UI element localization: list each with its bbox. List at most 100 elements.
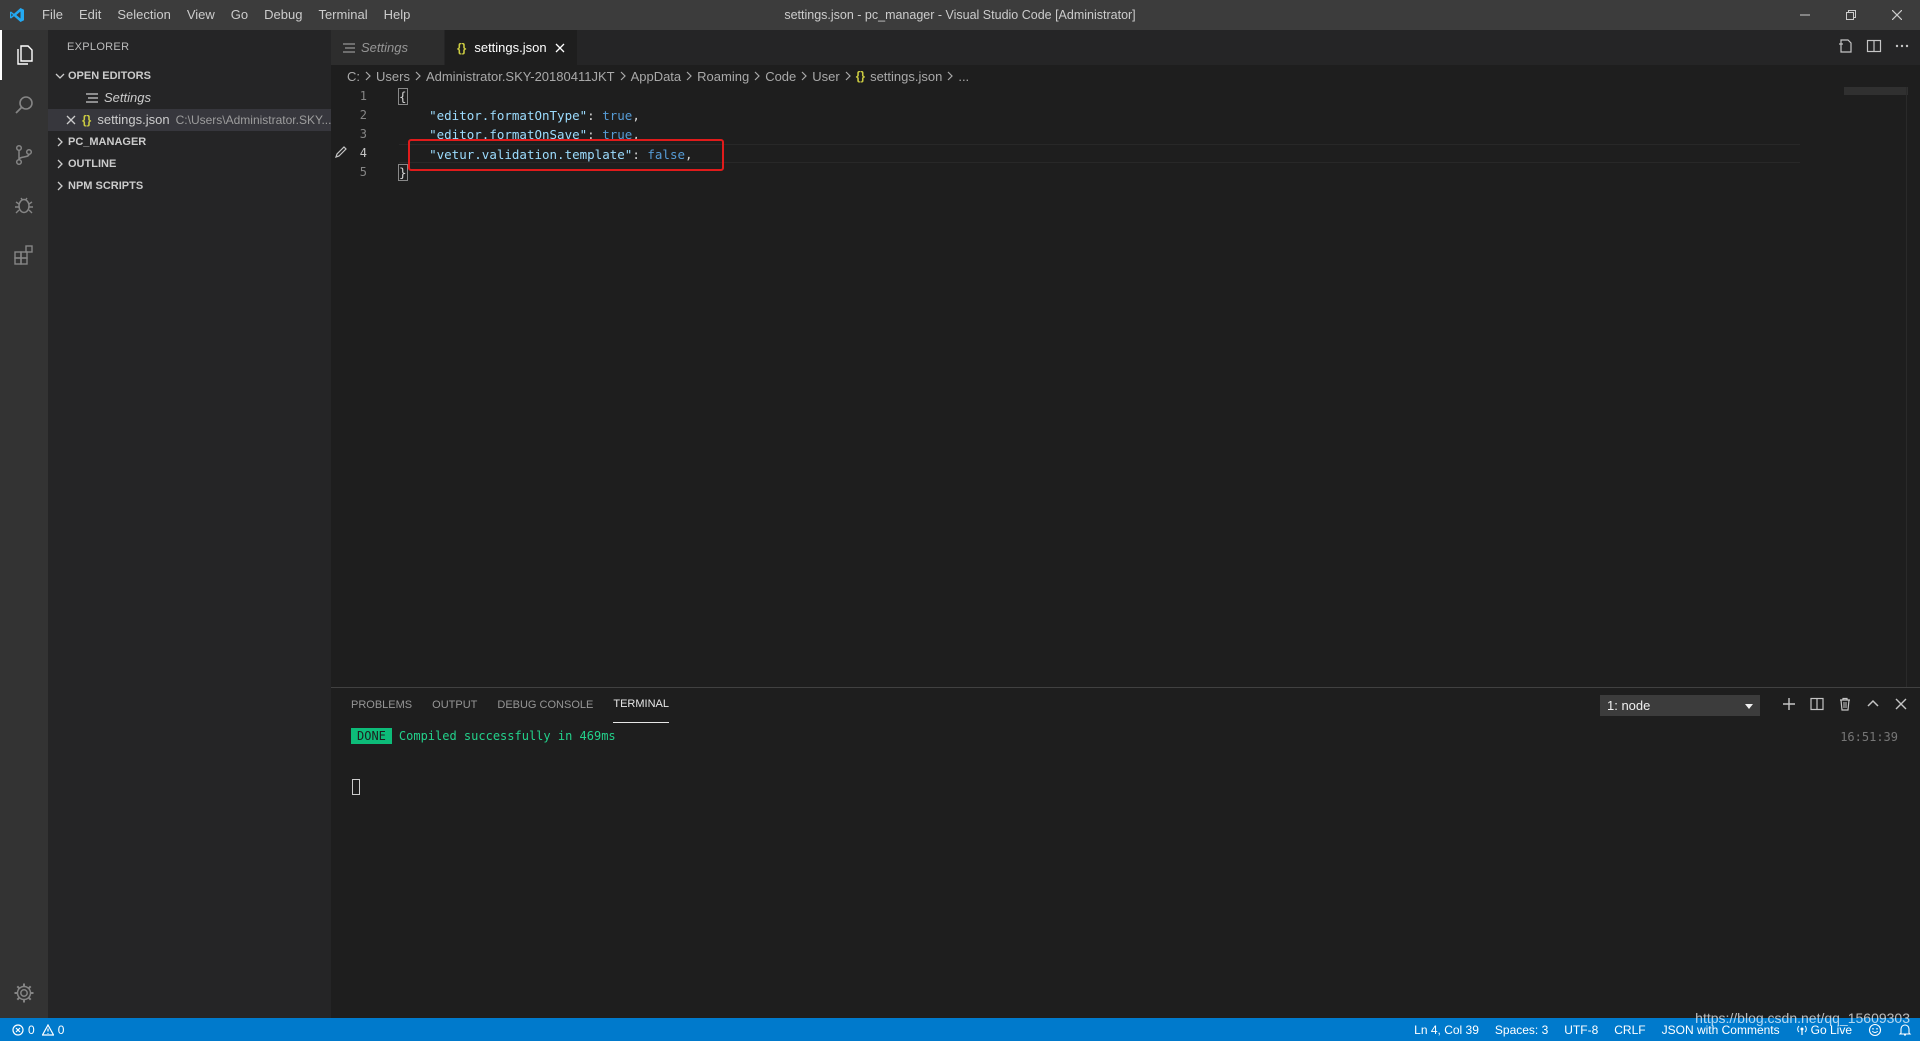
editor-scrollbar[interactable] [1906,87,1920,687]
terminal-output-line: DONE Compiled successfully in 469ms [351,728,616,744]
menu-help[interactable]: Help [376,0,419,30]
status-problems[interactable]: 0 0 [0,1023,64,1037]
breadcrumb-item[interactable]: Users [376,69,410,84]
tab-debug-console[interactable]: DEBUG CONSOLE [497,688,593,723]
close-tab-icon[interactable] [555,43,565,53]
breadcrumb: C: Users Administrator.SKY-20180411JKT A… [331,65,1920,87]
explorer-activity-button[interactable] [0,30,48,80]
terminal-select[interactable]: 1: node [1600,695,1760,716]
line-ending[interactable]: CRLF [1614,1023,1645,1037]
section-label: PC_MANAGER [68,136,147,148]
done-badge: DONE [351,728,392,744]
settings-lines-icon [86,93,98,103]
kill-terminal-button[interactable] [1838,697,1852,714]
code-line-current: "vetur.validation.template": false, [399,144,1800,163]
indentation[interactable]: Spaces: 3 [1495,1023,1548,1037]
chevron-up-icon [1867,699,1879,707]
breadcrumb-item[interactable]: User [812,69,839,84]
pencil-icon [334,145,348,162]
json-key: "editor.formatOnType" [429,108,588,123]
terminal-cursor[interactable] [352,779,360,795]
section-pc-manager[interactable]: PC_MANAGER [48,131,331,153]
breadcrumb-item[interactable]: Code [765,69,796,84]
warning-icon [41,1023,54,1036]
restore-button[interactable] [1828,0,1874,30]
tab-output[interactable]: OUTPUT [432,688,477,723]
section-outline[interactable]: OUTLINE [48,153,331,175]
new-terminal-button[interactable] [1782,697,1796,714]
manage-activity-button[interactable] [0,968,48,1018]
menu-terminal[interactable]: Terminal [310,0,375,30]
source-control-activity-button[interactable] [0,130,48,180]
open-editor-item-settings-json[interactable]: {} settings.json C:\Users\Administrator.… [48,109,331,131]
editor-actions [1838,30,1910,65]
breadcrumb-item[interactable]: settings.json [870,69,942,84]
chevron-down-icon [52,71,68,81]
menu-debug[interactable]: Debug [256,0,310,30]
maximize-panel-button[interactable] [1866,697,1880,714]
cursor-position[interactable]: Ln 4, Col 39 [1414,1023,1479,1037]
breadcrumb-item[interactable]: C: [347,69,360,84]
minimap[interactable] [1844,87,1908,95]
breadcrumb-item[interactable]: ... [958,69,969,84]
error-count: 0 [28,1022,35,1037]
chevron-right-icon [844,71,852,81]
menu-view[interactable]: View [179,0,223,30]
panel-tabs: PROBLEMS OUTPUT DEBUG CONSOLE TERMINAL [351,688,669,723]
section-npm-scripts[interactable]: NPM SCRIPTS [48,175,331,197]
breadcrumb-item[interactable]: AppData [631,69,682,84]
tab-settings[interactable]: Settings [331,30,445,65]
split-editor-button[interactable] [1866,38,1882,57]
menu-file[interactable]: File [34,0,71,30]
status-bar: 0 0 Ln 4, Col 39 Spaces: 3 UTF-8 CRLF JS… [0,1018,1920,1041]
chevron-right-icon [685,71,693,81]
sidebar-title: EXPLORER [67,41,130,53]
encoding[interactable]: UTF-8 [1564,1023,1598,1037]
tab-label: Settings [361,40,408,55]
settings-lines-icon [343,42,355,53]
activity-bar [0,30,48,1018]
chevron-right-icon [753,71,761,81]
terminal-select-value: 1: node [1607,698,1651,713]
breadcrumb-item[interactable]: Roaming [697,69,749,84]
minimize-button[interactable] [1782,0,1828,30]
window-controls [1782,0,1920,30]
menu-go[interactable]: Go [223,0,256,30]
json-separator: : [587,108,603,123]
panel-actions: 1: node [1600,688,1908,723]
chevron-right-icon [52,181,68,191]
tab-settings-json[interactable]: {} settings.json [445,30,578,65]
tab-terminal[interactable]: TERMINAL [613,688,669,723]
code-area[interactable]: { "editor.formatOnType": true, "editor.f… [398,87,1800,182]
section-label: OUTLINE [68,158,117,170]
open-editors-header[interactable]: OPEN EDITORS [48,65,331,87]
code-line: "editor.formatOnType": true, [399,106,1800,125]
close-panel-button[interactable] [1894,697,1908,714]
terminal-timestamp: 16:51:39 [1840,730,1898,744]
close-editor-icon[interactable] [66,115,76,125]
minimize-icon [1800,14,1810,16]
dropdown-arrow-icon [1745,695,1753,716]
breadcrumb-item[interactable]: Administrator.SKY-20180411JKT [426,69,615,84]
files-icon [17,45,33,65]
chevron-right-icon [414,71,422,81]
more-actions-button[interactable] [1894,38,1910,57]
open-settings-ui-button[interactable] [1838,38,1854,57]
search-activity-button[interactable] [0,80,48,130]
split-terminal-button[interactable] [1810,697,1824,714]
error-icon [12,1023,24,1036]
debug-activity-button[interactable] [0,180,48,230]
source-control-icon [15,144,33,166]
extensions-activity-button[interactable] [0,230,48,280]
json-value: false [647,147,686,162]
chevron-right-icon [946,71,954,81]
code-line: { [398,87,1800,106]
close-icon [1892,10,1902,20]
menu-edit[interactable]: Edit [71,0,109,30]
code-editor[interactable]: 1 2 3 4 5 { "editor.formatOnType": true,… [331,87,1920,687]
open-editor-item-settings[interactable]: Settings [48,87,331,109]
close-window-button[interactable] [1874,0,1920,30]
tab-problems[interactable]: PROBLEMS [351,688,412,723]
extensions-icon [14,245,33,265]
menu-selection[interactable]: Selection [109,0,178,30]
